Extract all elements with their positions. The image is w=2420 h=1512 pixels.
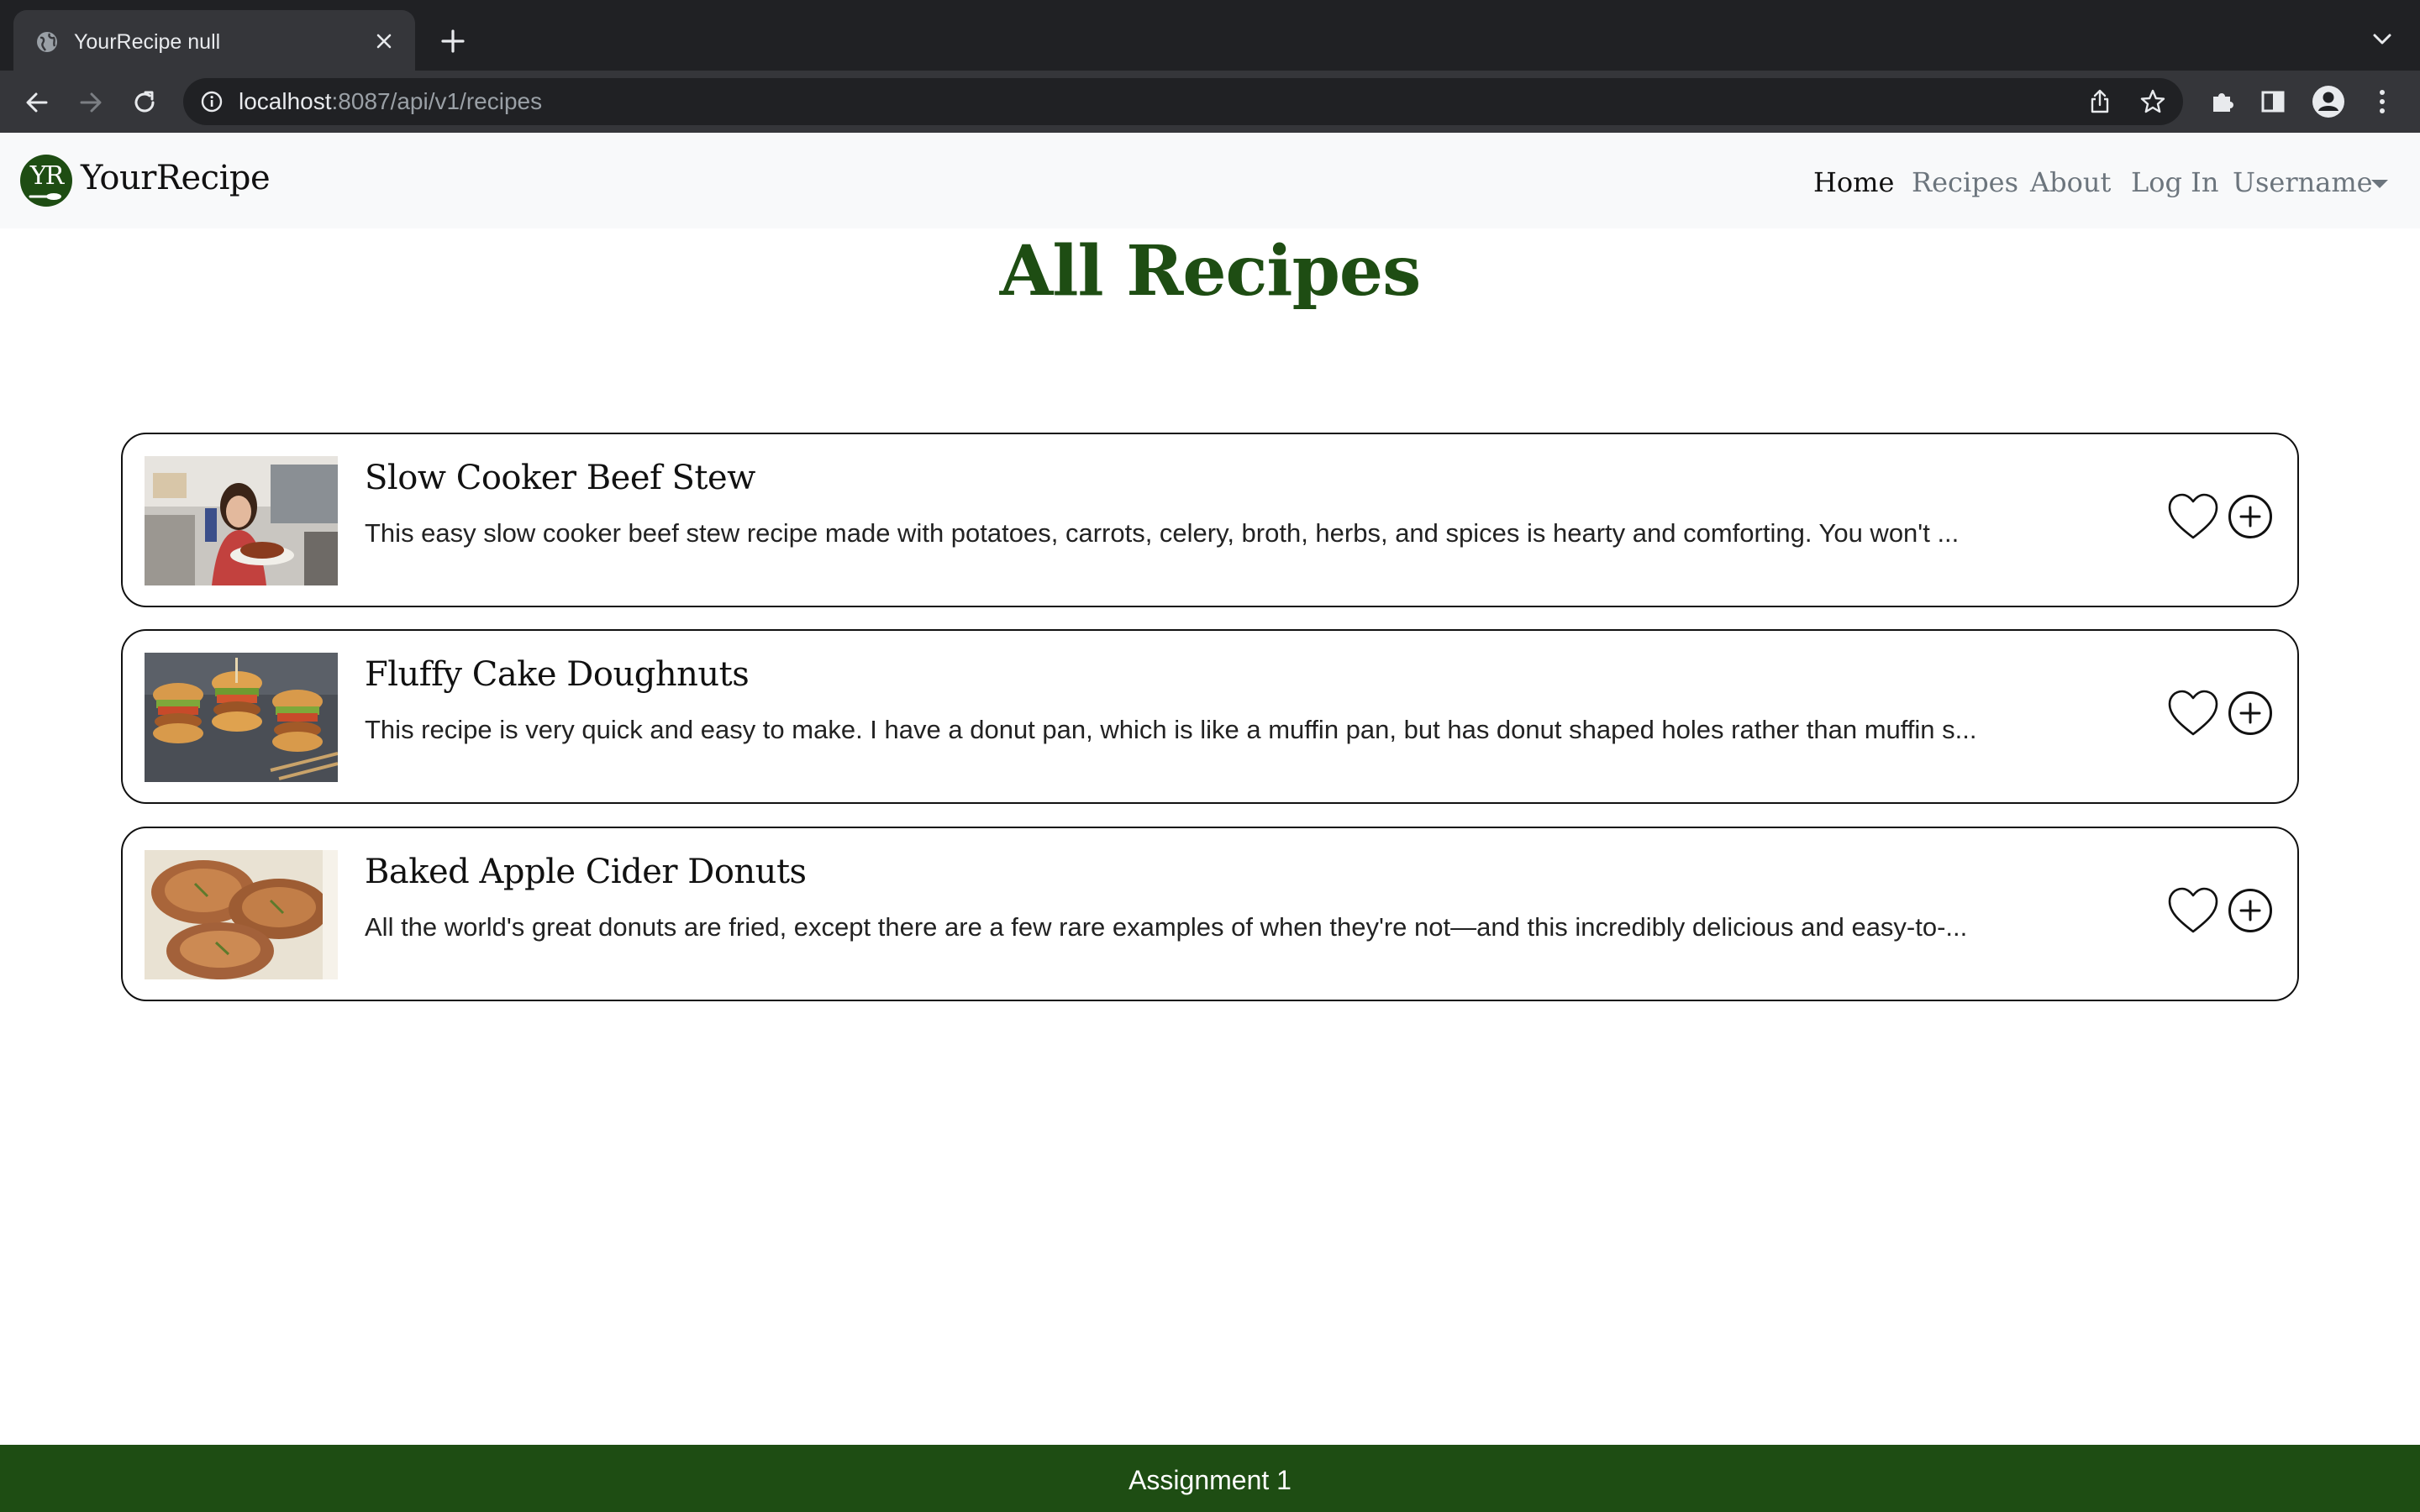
nav-link-home[interactable]: Home bbox=[1813, 161, 1894, 203]
browser-toolbar: localhost:8087/api/v1/recipes bbox=[0, 71, 2420, 133]
nav-link-login[interactable]: Log In bbox=[2131, 161, 2218, 203]
share-icon[interactable] bbox=[2085, 87, 2115, 117]
recipe-name[interactable]: Baked Apple Cider Donuts bbox=[365, 847, 807, 897]
recipe-card[interactable]: Fluffy Cake Doughnuts This recipe is ver… bbox=[121, 629, 2299, 804]
url-text: localhost:8087/api/v1/recipes bbox=[239, 78, 542, 125]
site-navbar: YR YourRecipe Home Recipes About Log In … bbox=[0, 133, 2420, 228]
recipe-description: This easy slow cooker beef stew recipe m… bbox=[365, 518, 1960, 548]
address-bar[interactable]: localhost:8087/api/v1/recipes bbox=[183, 78, 2183, 125]
tab-title: YourRecipe null bbox=[74, 30, 221, 54]
puzzle-icon[interactable] bbox=[2205, 84, 2240, 119]
heart-icon[interactable] bbox=[2166, 884, 2220, 937]
brand-name[interactable]: YourRecipe bbox=[81, 153, 271, 203]
heart-icon[interactable] bbox=[2166, 686, 2220, 740]
spoon-icon bbox=[29, 193, 61, 200]
add-circle-icon[interactable] bbox=[2227, 690, 2274, 737]
recipe-card[interactable]: Slow Cooker Beef Stew This easy slow coo… bbox=[121, 433, 2299, 607]
browser-tab[interactable]: YourRecipe null bbox=[13, 10, 415, 71]
caret-down-icon bbox=[2371, 180, 2388, 188]
page-footer: Assignment 1 bbox=[0, 1445, 2420, 1512]
kebab-menu-icon[interactable] bbox=[2365, 84, 2400, 119]
add-circle-icon[interactable] bbox=[2227, 887, 2274, 934]
nav-link-about[interactable]: About bbox=[2030, 161, 2111, 203]
forward-arrow-icon[interactable] bbox=[72, 84, 109, 121]
recipe-card[interactable]: Baked Apple Cider Donuts All the world's… bbox=[121, 827, 2299, 1001]
reload-icon[interactable] bbox=[126, 84, 163, 121]
url-path: :8087/api/v1/recipes bbox=[331, 88, 543, 114]
recipe-description: All the world's great donuts are fried, … bbox=[365, 912, 1968, 942]
heart-icon[interactable] bbox=[2166, 490, 2220, 543]
recipe-name[interactable]: Slow Cooker Beef Stew bbox=[365, 453, 755, 503]
chevron-down-icon[interactable] bbox=[2368, 25, 2396, 54]
plus-icon[interactable] bbox=[435, 24, 471, 59]
close-icon[interactable] bbox=[370, 27, 398, 55]
brand-logo[interactable]: YR bbox=[20, 155, 72, 207]
side-panel-icon[interactable] bbox=[2255, 84, 2291, 119]
browser-tab-strip: YourRecipe null bbox=[0, 0, 2420, 71]
recipe-thumbnail bbox=[145, 850, 338, 979]
user-dropdown[interactable]: Username bbox=[2233, 161, 2373, 203]
footer-text: Assignment 1 bbox=[1128, 1465, 1292, 1495]
recipe-name[interactable]: Fluffy Cake Doughnuts bbox=[365, 649, 750, 700]
nav-link-recipes[interactable]: Recipes bbox=[1912, 161, 2018, 203]
back-arrow-icon[interactable] bbox=[18, 84, 55, 121]
url-host: localhost bbox=[239, 88, 332, 114]
recipe-thumbnail bbox=[145, 456, 338, 585]
recipe-description: This recipe is very quick and easy to ma… bbox=[365, 715, 1977, 744]
star-icon[interactable] bbox=[2138, 87, 2168, 117]
globe-icon bbox=[35, 30, 59, 54]
profile-icon[interactable] bbox=[2311, 84, 2346, 119]
recipe-thumbnail bbox=[145, 653, 338, 782]
page-title: All Recipes bbox=[999, 231, 1422, 312]
info-icon[interactable] bbox=[198, 88, 225, 115]
add-circle-icon[interactable] bbox=[2227, 493, 2274, 540]
